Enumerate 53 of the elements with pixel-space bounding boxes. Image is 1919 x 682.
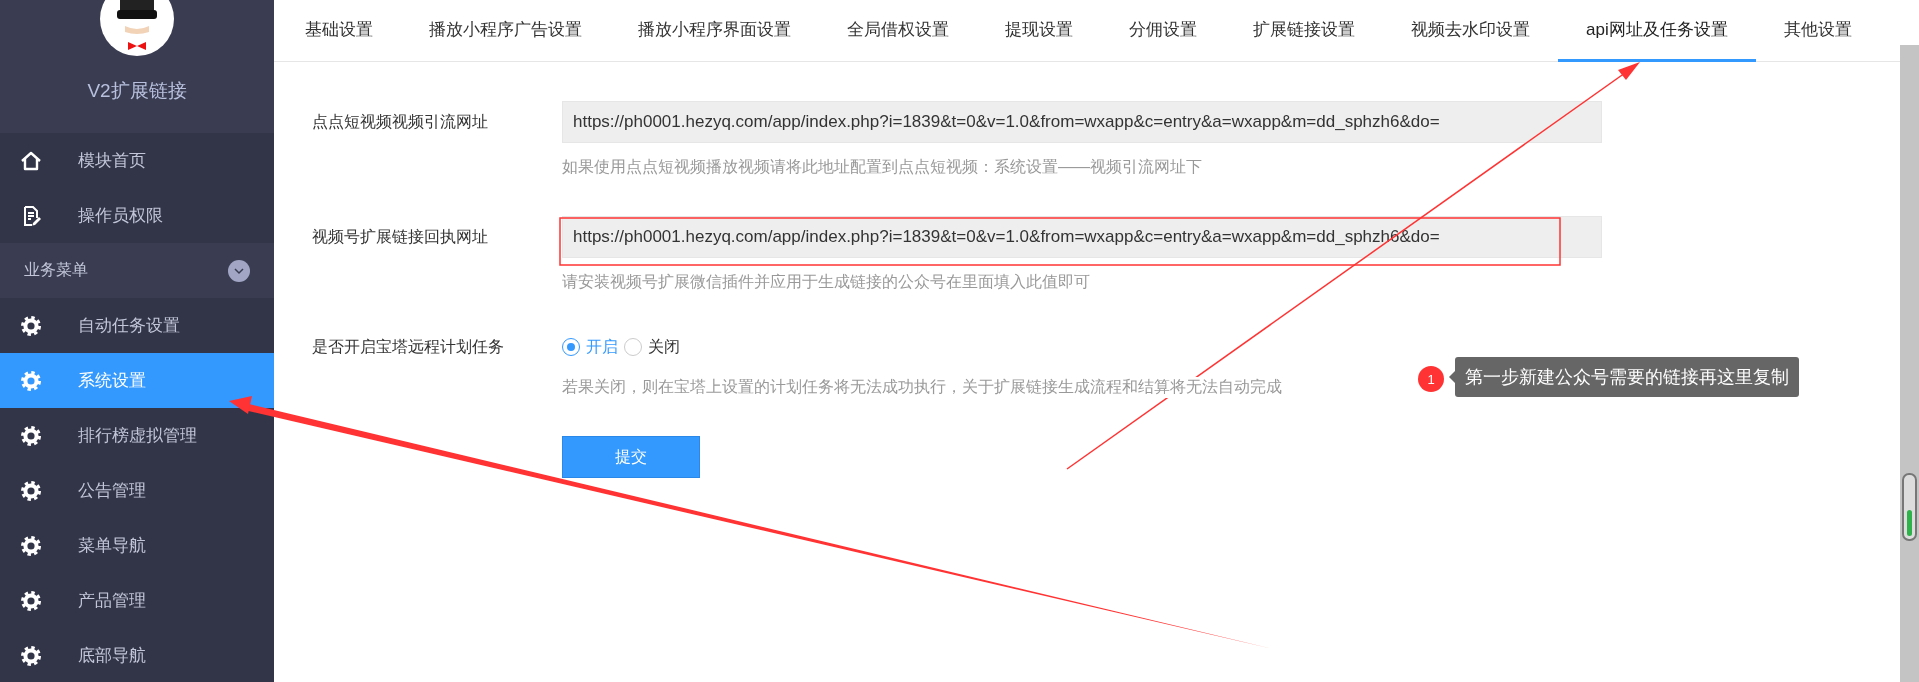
sidebar-item-label: 底部导航: [78, 645, 146, 667]
help-text: 请安装视频号扩展微信插件并应用于生成链接的公众号在里面填入此值即可: [562, 272, 1090, 293]
url-input-field[interactable]: https://ph0001.hezyq.com/app/index.php?i=1839&t=0&v=1.0&from=wxapp&c=entry&a=wxapp&m=dd_sphzh6&do=: [562, 101, 1602, 143]
sidebar-item-label: 产品管理: [78, 590, 146, 612]
tab[interactable]: 播放小程序界面设置: [610, 0, 819, 62]
menu-group-label: 业务菜单: [24, 260, 88, 280]
scrollbar-thumb[interactable]: [1902, 473, 1917, 541]
sidebar-item-label: 公告管理: [78, 480, 146, 502]
tab[interactable]: 基础设置: [277, 0, 401, 62]
radio-option[interactable]: 关闭: [624, 336, 680, 358]
gear-icon: [20, 589, 42, 612]
gear-icon: [20, 479, 42, 502]
sidebar-item[interactable]: 自动任务设置: [0, 298, 274, 353]
step-badge: 1: [1418, 366, 1444, 392]
sidebar-item[interactable]: 公告管理: [0, 463, 274, 518]
sidebar-item-label: 系统设置: [78, 370, 146, 392]
sidebar-item-label: 自动任务设置: [78, 315, 180, 337]
app-title: V2扩展链接: [87, 79, 187, 103]
gear-icon: [20, 534, 42, 557]
gear-icon: [20, 314, 42, 337]
tab[interactable]: 分佣设置: [1101, 0, 1225, 62]
field-label: 视频号扩展链接回执网址: [312, 226, 489, 247]
home-icon: [20, 149, 42, 172]
scrollbar[interactable]: [1900, 45, 1919, 682]
sidebar-item[interactable]: 操作员权限: [0, 188, 274, 243]
field-label: 是否开启宝塔远程计划任务: [312, 336, 505, 357]
radio-label: 开启: [586, 336, 618, 357]
sidebar-item-label: 操作员权限: [78, 205, 163, 227]
gear-icon: [20, 369, 42, 392]
field-label: 点点短视频视频引流网址: [312, 111, 489, 132]
sidebar-item[interactable]: 排行榜虚拟管理: [0, 408, 274, 463]
tab[interactable]: 视频去水印设置: [1383, 0, 1558, 62]
help-text: 如果使用点点短视频播放视频请将此地址配置到点点短视频：系统设置——视频引流网址下: [562, 157, 1202, 178]
tab[interactable]: 播放小程序广告设置: [401, 0, 610, 62]
gear-icon: [20, 424, 42, 447]
sidebar-item[interactable]: 模块首页: [0, 133, 274, 188]
gear-icon: [20, 644, 42, 667]
chevron-down-icon: [228, 259, 250, 282]
sidebar-item-label: 模块首页: [78, 150, 146, 172]
menu-group-header[interactable]: 业务菜单: [0, 243, 274, 298]
tooltip: 第一步新建公众号需要的链接再这里复制: [1455, 357, 1799, 397]
tab[interactable]: api网址及任务设置: [1558, 0, 1756, 62]
sidebar-item[interactable]: 产品管理: [0, 573, 274, 628]
tab[interactable]: 扩展链接设置: [1225, 0, 1383, 62]
tab[interactable]: 全局借权设置: [819, 0, 977, 62]
radio-label: 关闭: [648, 336, 680, 357]
tab[interactable]: 提现设置: [977, 0, 1101, 62]
sidebar-item[interactable]: 菜单导航: [0, 518, 274, 573]
sidebar-item-label: 排行榜虚拟管理: [78, 425, 197, 447]
sidebar-item[interactable]: 底部导航: [0, 628, 274, 682]
tab[interactable]: 其他设置: [1755, 0, 1880, 62]
sidebar-item-label: 菜单导航: [78, 535, 146, 557]
help-text: 若果关闭，则在宝塔上设置的计划任务将无法成功执行，关于扩展链接生成流程和结算将无法自动完成: [562, 377, 1282, 398]
